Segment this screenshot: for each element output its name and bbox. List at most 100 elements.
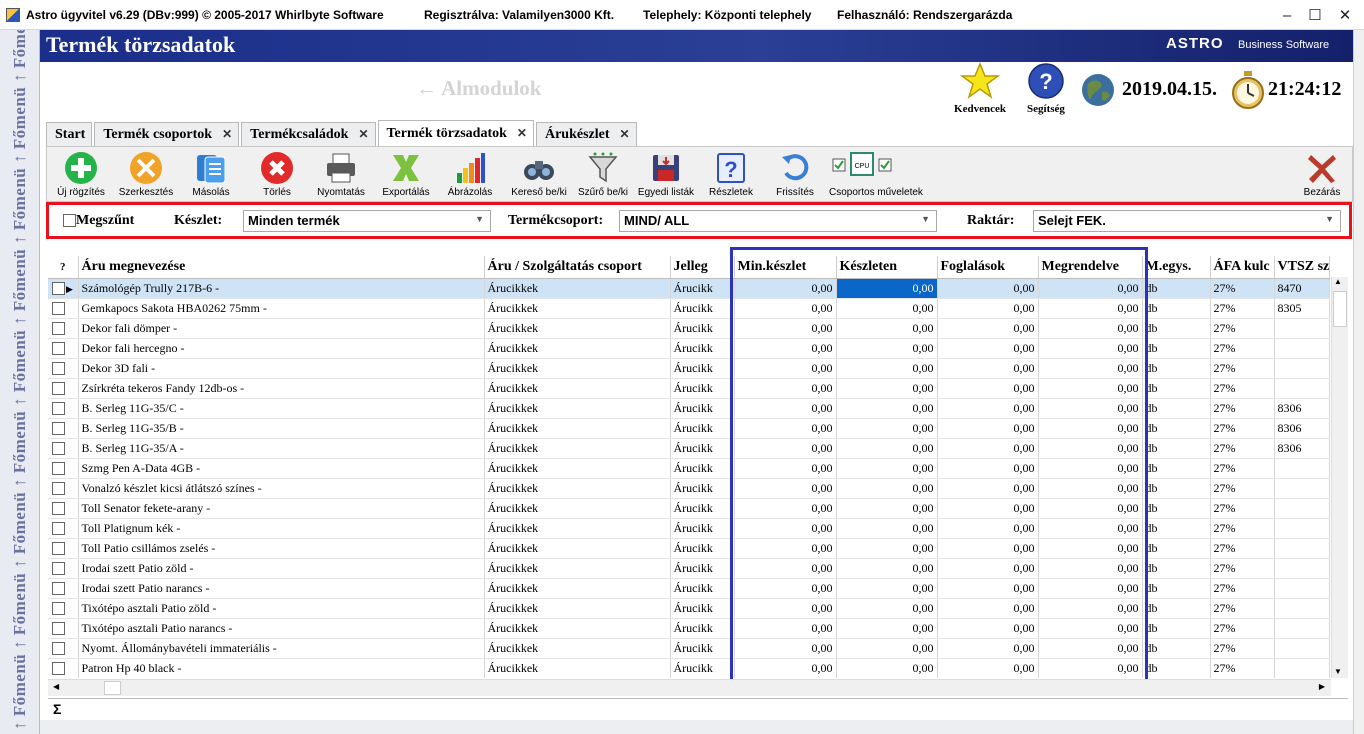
row-checkbox[interactable]: [52, 662, 65, 676]
table-cell[interactable]: 0,00: [734, 278, 837, 299]
table-cell[interactable]: 0,00: [836, 438, 938, 459]
print-button[interactable]: Nyomtatás: [313, 149, 369, 198]
table-cell[interactable]: Árucikkek: [484, 318, 671, 339]
table-cell[interactable]: 27%: [1210, 458, 1275, 479]
table-cell[interactable]: Dekor fali hercegno -: [78, 338, 485, 359]
table-cell[interactable]: 0,00: [937, 518, 1039, 539]
table-cell[interactable]: 0,00: [836, 338, 938, 359]
table-cell[interactable]: 27%: [1210, 398, 1275, 419]
table-cell[interactable]: 8306: [1274, 398, 1331, 419]
close-module-button[interactable]: Bezárás: [1297, 149, 1347, 198]
column-header[interactable]: Megrendelve: [1038, 256, 1143, 279]
row-select-cell[interactable]: [48, 618, 79, 639]
close-icon[interactable]: ✕: [517, 126, 527, 141]
table-cell[interactable]: 0,00: [937, 378, 1039, 399]
table-cell[interactable]: Tixótépo asztali Patio narancs -: [78, 618, 485, 639]
row-select-cell[interactable]: ▶: [48, 278, 79, 299]
table-cell[interactable]: Árucikkek: [484, 618, 671, 639]
table-cell[interactable]: Árucikkek: [484, 578, 671, 599]
table-cell[interactable]: Árucikk: [670, 538, 735, 559]
table-cell[interactable]: 0,00: [836, 518, 938, 539]
table-cell[interactable]: 0,00: [1038, 378, 1143, 399]
table-cell[interactable]: 27%: [1210, 638, 1275, 659]
table-cell[interactable]: Szmg Pen A-Data 4GB -: [78, 458, 485, 479]
chart-button[interactable]: Ábrázolás: [445, 149, 495, 198]
table-cell[interactable]: 0,00: [836, 598, 938, 619]
fomenu-sidebar[interactable]: ↑ Főmenü ↑ Főmenü ↑ Főmenü ↑ Főmenü ↑ Fő…: [0, 30, 40, 734]
table-cell[interactable]: 0,00: [937, 298, 1039, 319]
table-cell[interactable]: db: [1142, 518, 1211, 539]
row-checkbox[interactable]: [52, 462, 65, 476]
table-cell[interactable]: Árucikk: [670, 298, 735, 319]
grid-horizontal-scrollbar[interactable]: ◀ ▶: [48, 679, 1331, 696]
row-checkbox[interactable]: [52, 502, 65, 516]
table-cell[interactable]: Árucikk: [670, 598, 735, 619]
table-cell[interactable]: Patron Hp 40 black -: [78, 658, 485, 678]
row-select-cell[interactable]: [48, 358, 79, 379]
table-cell[interactable]: 0,00: [1038, 358, 1143, 379]
table-row[interactable]: B. Serleg 11G-35/B - Árucikkek Árucikk 0,00…: [48, 418, 1331, 439]
table-cell[interactable]: 0,00: [1038, 658, 1143, 678]
table-cell[interactable]: db: [1142, 358, 1211, 379]
table-cell[interactable]: 0,00: [1038, 338, 1143, 359]
row-checkbox[interactable]: [52, 302, 65, 316]
column-header[interactable]: Foglalások: [937, 256, 1039, 279]
row-select-cell[interactable]: [48, 378, 79, 399]
table-cell[interactable]: 0,00: [1038, 478, 1143, 499]
table-cell[interactable]: 0,00: [937, 458, 1039, 479]
table-cell[interactable]: Nyomt. Állománybavételi immateriális -: [78, 638, 485, 659]
table-cell[interactable]: Zsírkréta tekeros Fandy 12db-os -: [78, 378, 485, 399]
table-cell[interactable]: Számológép Trully 217B-6 -: [78, 278, 485, 299]
row-select-cell[interactable]: [48, 318, 79, 339]
close-icon[interactable]: ✕: [222, 127, 232, 142]
table-cell[interactable]: Dekor 3D fali -: [78, 358, 485, 379]
table-cell[interactable]: 27%: [1210, 298, 1275, 319]
product-group-select[interactable]: MIND/ ALL ▼: [619, 210, 937, 232]
table-cell[interactable]: 0,00: [1038, 618, 1143, 639]
table-cell[interactable]: 0,00: [937, 418, 1039, 439]
minimize-button[interactable]: –: [1272, 0, 1302, 30]
custom-lists-button[interactable]: Egyedi listák: [635, 149, 697, 198]
details-button[interactable]: ? Részletek: [705, 149, 757, 198]
table-cell[interactable]: Árucikk: [670, 378, 735, 399]
table-cell[interactable]: 0,00: [1038, 538, 1143, 559]
table-cell[interactable]: Tixótépo asztali Patio zöld -: [78, 598, 485, 619]
table-cell[interactable]: Árucikk: [670, 658, 735, 678]
table-cell[interactable]: 8305: [1274, 298, 1331, 319]
row-select-cell[interactable]: [48, 598, 79, 619]
tab-termek-csoportok[interactable]: Termék csoportok ✕: [94, 122, 240, 146]
table-cell[interactable]: db: [1142, 658, 1211, 678]
table-row[interactable]: Tixótépo asztali Patio narancs - Árucikke…: [48, 618, 1331, 639]
column-header[interactable]: M.egys.: [1142, 256, 1211, 279]
table-row[interactable]: Nyomt. Állománybavételi immateriális - Ár…: [48, 638, 1331, 659]
table-cell[interactable]: Árucikk: [670, 618, 735, 639]
table-cell[interactable]: db: [1142, 318, 1211, 339]
row-checkbox[interactable]: [52, 642, 65, 656]
table-cell[interactable]: Árucikkek: [484, 458, 671, 479]
table-cell[interactable]: 27%: [1210, 358, 1275, 379]
table-cell[interactable]: 0,00: [1038, 518, 1143, 539]
table-cell[interactable]: 0,00: [734, 298, 837, 319]
table-cell[interactable]: B. Serleg 11G-35/B -: [78, 418, 485, 439]
grid-vertical-scrollbar[interactable]: ▲ ▼: [1331, 277, 1348, 678]
table-cell[interactable]: 0,00: [734, 498, 837, 519]
row-select-cell[interactable]: [48, 538, 79, 559]
table-row[interactable]: Patron Hp 40 black - Árucikkek Árucikk 0,00…: [48, 658, 1331, 678]
table-cell[interactable]: Árucikkek: [484, 558, 671, 579]
table-cell[interactable]: 0,00: [734, 398, 837, 419]
table-cell[interactable]: db: [1142, 618, 1211, 639]
column-header[interactable]: Áru megnevezése: [78, 256, 485, 279]
table-cell[interactable]: [1274, 518, 1331, 539]
favorites-button[interactable]: Kedvencek: [948, 62, 1012, 115]
table-cell[interactable]: Vonalzó készlet kicsi átlátszó színes -: [78, 478, 485, 499]
table-cell[interactable]: Árucikkek: [484, 418, 671, 439]
row-select-cell[interactable]: [48, 578, 79, 599]
table-cell[interactable]: Árucikkek: [484, 658, 671, 678]
table-cell[interactable]: 0,00: [937, 578, 1039, 599]
table-cell[interactable]: 0,00: [836, 498, 938, 519]
table-cell[interactable]: 27%: [1210, 538, 1275, 559]
table-cell[interactable]: 8306: [1274, 438, 1331, 459]
table-cell[interactable]: Toll Patio csillámos zselés -: [78, 538, 485, 559]
tab-termek-torzsadatok[interactable]: Termék törzsadatok ✕: [377, 120, 534, 146]
table-cell[interactable]: 0,00: [734, 458, 837, 479]
